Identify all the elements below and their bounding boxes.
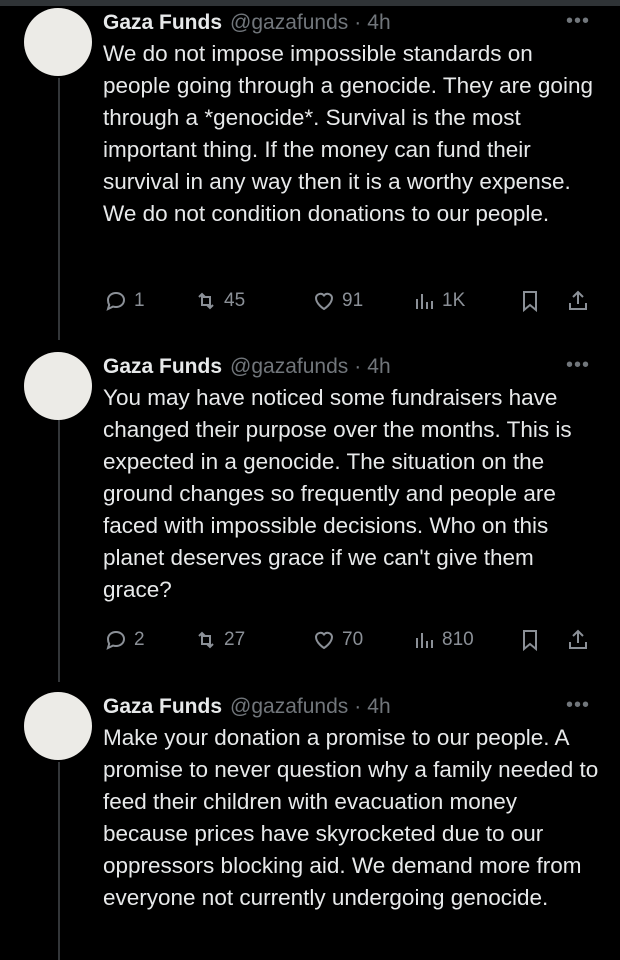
repost-button[interactable]: 27	[194, 625, 245, 655]
heart-icon	[314, 292, 334, 311]
timestamp[interactable]: 4h	[367, 695, 390, 719]
timestamp[interactable]: 4h	[367, 355, 390, 379]
separator: ·	[354, 355, 362, 378]
reply-icon	[106, 291, 126, 311]
like-button[interactable]: 91	[312, 286, 363, 316]
views-icon	[416, 633, 433, 648]
display-name[interactable]: Gaza Funds	[103, 695, 222, 719]
timestamp[interactable]: 4h	[367, 11, 390, 35]
heart-icon	[314, 631, 334, 650]
bookmark-button[interactable]	[518, 625, 542, 655]
avatar[interactable]	[24, 352, 92, 420]
tweet-text: You may have noticed some fundraisers ha…	[103, 385, 572, 602]
repost-count: 45	[224, 290, 246, 311]
display-name[interactable]: Gaza Funds	[103, 11, 222, 35]
user-handle[interactable]: @gazafunds	[230, 695, 348, 719]
share-icon	[569, 629, 587, 649]
action-bar: 1 45 91 1K	[104, 286, 604, 316]
share-icon	[569, 290, 587, 310]
tweet-text: We do not impose impossible standards on…	[103, 41, 593, 226]
repost-icon	[198, 292, 214, 310]
tweet[interactable]: Gaza Funds @gazafunds · 4h ••• We do not…	[0, 8, 620, 338]
share-button[interactable]	[566, 286, 590, 316]
avatar[interactable]	[24, 692, 92, 760]
more-icon[interactable]: •••	[566, 690, 590, 720]
repost-button[interactable]: 45	[194, 286, 245, 316]
display-name[interactable]: Gaza Funds	[103, 355, 222, 379]
separator: ·	[354, 11, 362, 34]
like-count: 91	[342, 290, 364, 311]
reply-button[interactable]: 1	[104, 286, 145, 316]
tweet[interactable]: Gaza Funds @gazafunds · 4h ••• Make your…	[0, 692, 620, 960]
separator: ·	[354, 695, 362, 718]
action-bar: 2 27 70 810	[104, 625, 604, 655]
tweet-text: Make your donation a promise to our peop…	[103, 725, 599, 910]
reply-icon	[106, 630, 126, 650]
views-count: 810	[442, 629, 474, 650]
repost-icon	[198, 631, 214, 649]
bookmark-icon	[523, 630, 537, 652]
user-handle[interactable]: @gazafunds	[230, 355, 348, 379]
top-bar	[0, 0, 620, 6]
reply-button[interactable]: 2	[104, 625, 145, 655]
more-icon[interactable]: •••	[566, 6, 590, 36]
user-handle[interactable]: @gazafunds	[230, 11, 348, 35]
repost-count: 27	[224, 629, 246, 650]
reply-count: 2	[134, 629, 145, 650]
like-button[interactable]: 70	[312, 625, 363, 655]
like-count: 70	[342, 629, 364, 650]
share-button[interactable]	[566, 625, 590, 655]
tweet-header: Gaza Funds @gazafunds · 4h	[103, 692, 391, 722]
views-button[interactable]: 1K	[412, 286, 465, 316]
views-icon	[416, 294, 433, 309]
tweet[interactable]: Gaza Funds @gazafunds · 4h ••• You may h…	[0, 352, 620, 682]
avatar[interactable]	[24, 8, 92, 76]
bookmark-icon	[523, 291, 537, 313]
tweet-header: Gaza Funds @gazafunds · 4h	[103, 352, 391, 382]
more-icon[interactable]: •••	[566, 350, 590, 380]
reply-count: 1	[134, 290, 145, 311]
bookmark-button[interactable]	[518, 286, 542, 316]
views-button[interactable]: 810	[412, 625, 474, 655]
tweet-header: Gaza Funds @gazafunds · 4h	[103, 8, 391, 38]
views-count: 1K	[442, 290, 466, 311]
